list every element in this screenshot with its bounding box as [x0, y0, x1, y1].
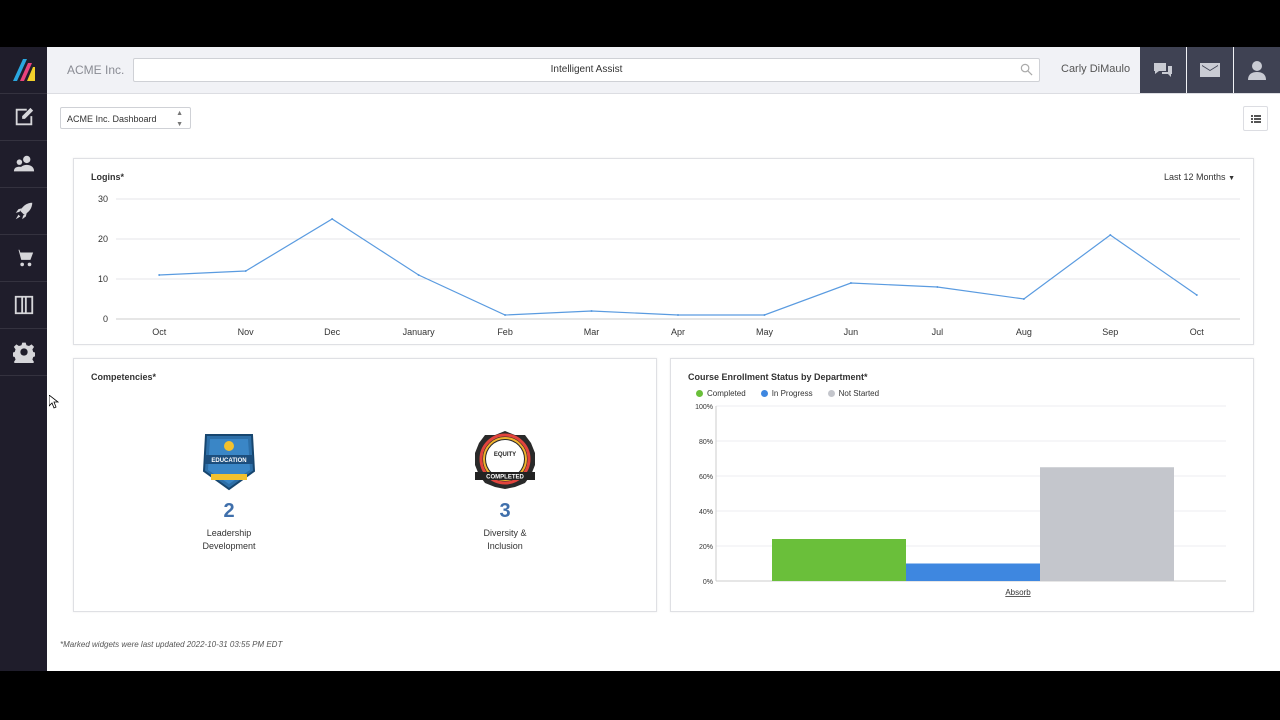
equity-diversity-inclusion-badge-icon: EQUITY COMPLETED	[475, 431, 535, 489]
y-tick-label: 60%	[699, 474, 713, 481]
list-icon	[1250, 114, 1261, 123]
data-point	[417, 274, 420, 276]
x-tick-label[interactable]: Absorb	[1005, 588, 1031, 597]
mouse-cursor-icon	[49, 395, 59, 409]
continuing-education-badge-icon: EDUCATION	[202, 434, 256, 491]
dashboard-select-value: ACME Inc. Dashboard	[67, 114, 157, 124]
data-point	[331, 218, 334, 220]
data-point	[1109, 234, 1112, 236]
top-bar: ACME Inc. Intelligent Assist Carly DiMau…	[47, 47, 1280, 94]
x-tick-label: Sep	[1102, 327, 1118, 337]
y-tick-label: 30	[98, 194, 108, 204]
search-input[interactable]: Intelligent Assist	[133, 58, 1040, 82]
x-tick-label: May	[756, 327, 774, 337]
last-updated-note: *Marked widgets were last updated 2022-1…	[60, 640, 283, 649]
chat-icon	[1154, 63, 1172, 77]
sidebar-item-users[interactable]	[0, 141, 47, 188]
data-point	[590, 310, 593, 312]
user-icon	[1248, 61, 1266, 80]
chat-button[interactable]	[1140, 47, 1186, 93]
y-tick-label: 100%	[695, 404, 713, 411]
gear-icon	[12, 342, 35, 363]
enrollment-widget: Course Enrollment Status by Department* …	[670, 358, 1254, 612]
y-tick-label: 20	[98, 234, 108, 244]
sidebar-item-layout[interactable]	[0, 282, 47, 329]
y-tick-label: 40%	[699, 509, 713, 516]
x-tick-label: Jul	[932, 327, 944, 337]
logins-series-line	[159, 218, 1198, 316]
list-view-button[interactable]	[1243, 106, 1268, 131]
x-tick-label: Aug	[1016, 327, 1032, 337]
x-tick-label: Oct	[152, 327, 167, 337]
data-point	[1022, 298, 1025, 300]
select-arrows-icon: ▲ ▼	[176, 110, 183, 128]
columns-icon	[14, 295, 33, 315]
competency-count: 3	[499, 500, 511, 522]
data-point	[504, 314, 507, 316]
x-tick-label: Nov	[238, 327, 255, 337]
x-tick-label: Dec	[324, 327, 341, 337]
sidebar-item-edit[interactable]	[0, 94, 47, 141]
competency-count: 2	[223, 500, 235, 522]
company-name: ACME Inc.	[67, 63, 125, 77]
competency-label: Leadership Development	[202, 528, 256, 551]
sidebar	[0, 47, 47, 671]
search-icon[interactable]	[1020, 63, 1033, 76]
data-point	[936, 286, 939, 288]
x-tick-label: Apr	[671, 327, 685, 337]
logins-widget: Logins* Last 12 Months ▼ 0 10 20 30 Oct Nov De…	[73, 158, 1254, 345]
badge-text-continuing-education: EDUCATION	[211, 458, 246, 464]
competencies-title: Competencies*	[91, 372, 157, 382]
bar-completed	[772, 539, 906, 581]
bar-in-progress	[906, 563, 1040, 581]
y-tick-label: 0%	[703, 579, 713, 586]
data-point	[763, 314, 766, 316]
sidebar-item-store[interactable]	[0, 235, 47, 282]
messages-button[interactable]	[1187, 47, 1233, 93]
app-logo[interactable]	[0, 47, 47, 94]
x-tick-label: Oct	[1190, 327, 1205, 337]
competency-leadership[interactable]: EDUCATION 2 Leadership Development	[179, 431, 279, 553]
y-tick-label: 20%	[699, 544, 713, 551]
competency-diversity[interactable]: EQUITY COMPLETED 3 Diversity & Inclusion	[455, 429, 555, 553]
data-point	[849, 282, 852, 284]
users-icon	[13, 155, 34, 172]
edit-icon	[15, 107, 33, 126]
y-tick-label: 10	[98, 274, 108, 284]
data-point	[1195, 294, 1198, 296]
y-tick-label: 0	[103, 314, 108, 324]
data-point	[158, 274, 161, 276]
x-tick-label: Mar	[584, 327, 600, 337]
search-placeholder: Intelligent Assist	[550, 64, 623, 75]
bar-not-started	[1040, 467, 1174, 581]
profile-button[interactable]	[1234, 47, 1280, 93]
data-point	[244, 270, 247, 272]
sidebar-item-launch[interactable]	[0, 188, 47, 235]
x-tick-label: Jun	[844, 327, 859, 337]
app-window: ACME Inc. Intelligent Assist Carly DiMau…	[0, 47, 1280, 671]
data-point	[677, 314, 679, 316]
user-name[interactable]: Carly DiMaulo	[1061, 63, 1130, 75]
logins-chart: 0 10 20 30 Oct Nov Dec January Feb Mar Apr May Jun Ju…	[98, 194, 1240, 337]
y-tick-label: 80%	[699, 439, 713, 446]
rocket-icon	[15, 202, 32, 220]
competencies-widget: Competencies* EDUCATION 2 Leadership Dev…	[73, 358, 657, 612]
badge-text-completed: COMPLETED	[486, 475, 524, 481]
x-tick-label: January	[403, 327, 436, 337]
competency-label: Diversity & Inclusion	[483, 528, 527, 551]
x-tick-label: Feb	[497, 327, 513, 337]
mail-icon	[1200, 63, 1220, 77]
badge-text-equity: EQUITY	[494, 452, 516, 458]
dashboard-select[interactable]: ACME Inc. Dashboard ▲ ▼	[60, 107, 191, 129]
cart-icon	[14, 249, 33, 267]
sidebar-item-settings[interactable]	[0, 329, 47, 376]
enrollment-chart: 0% 20% 40% 60% 80% 100% Absorb	[695, 404, 1226, 597]
